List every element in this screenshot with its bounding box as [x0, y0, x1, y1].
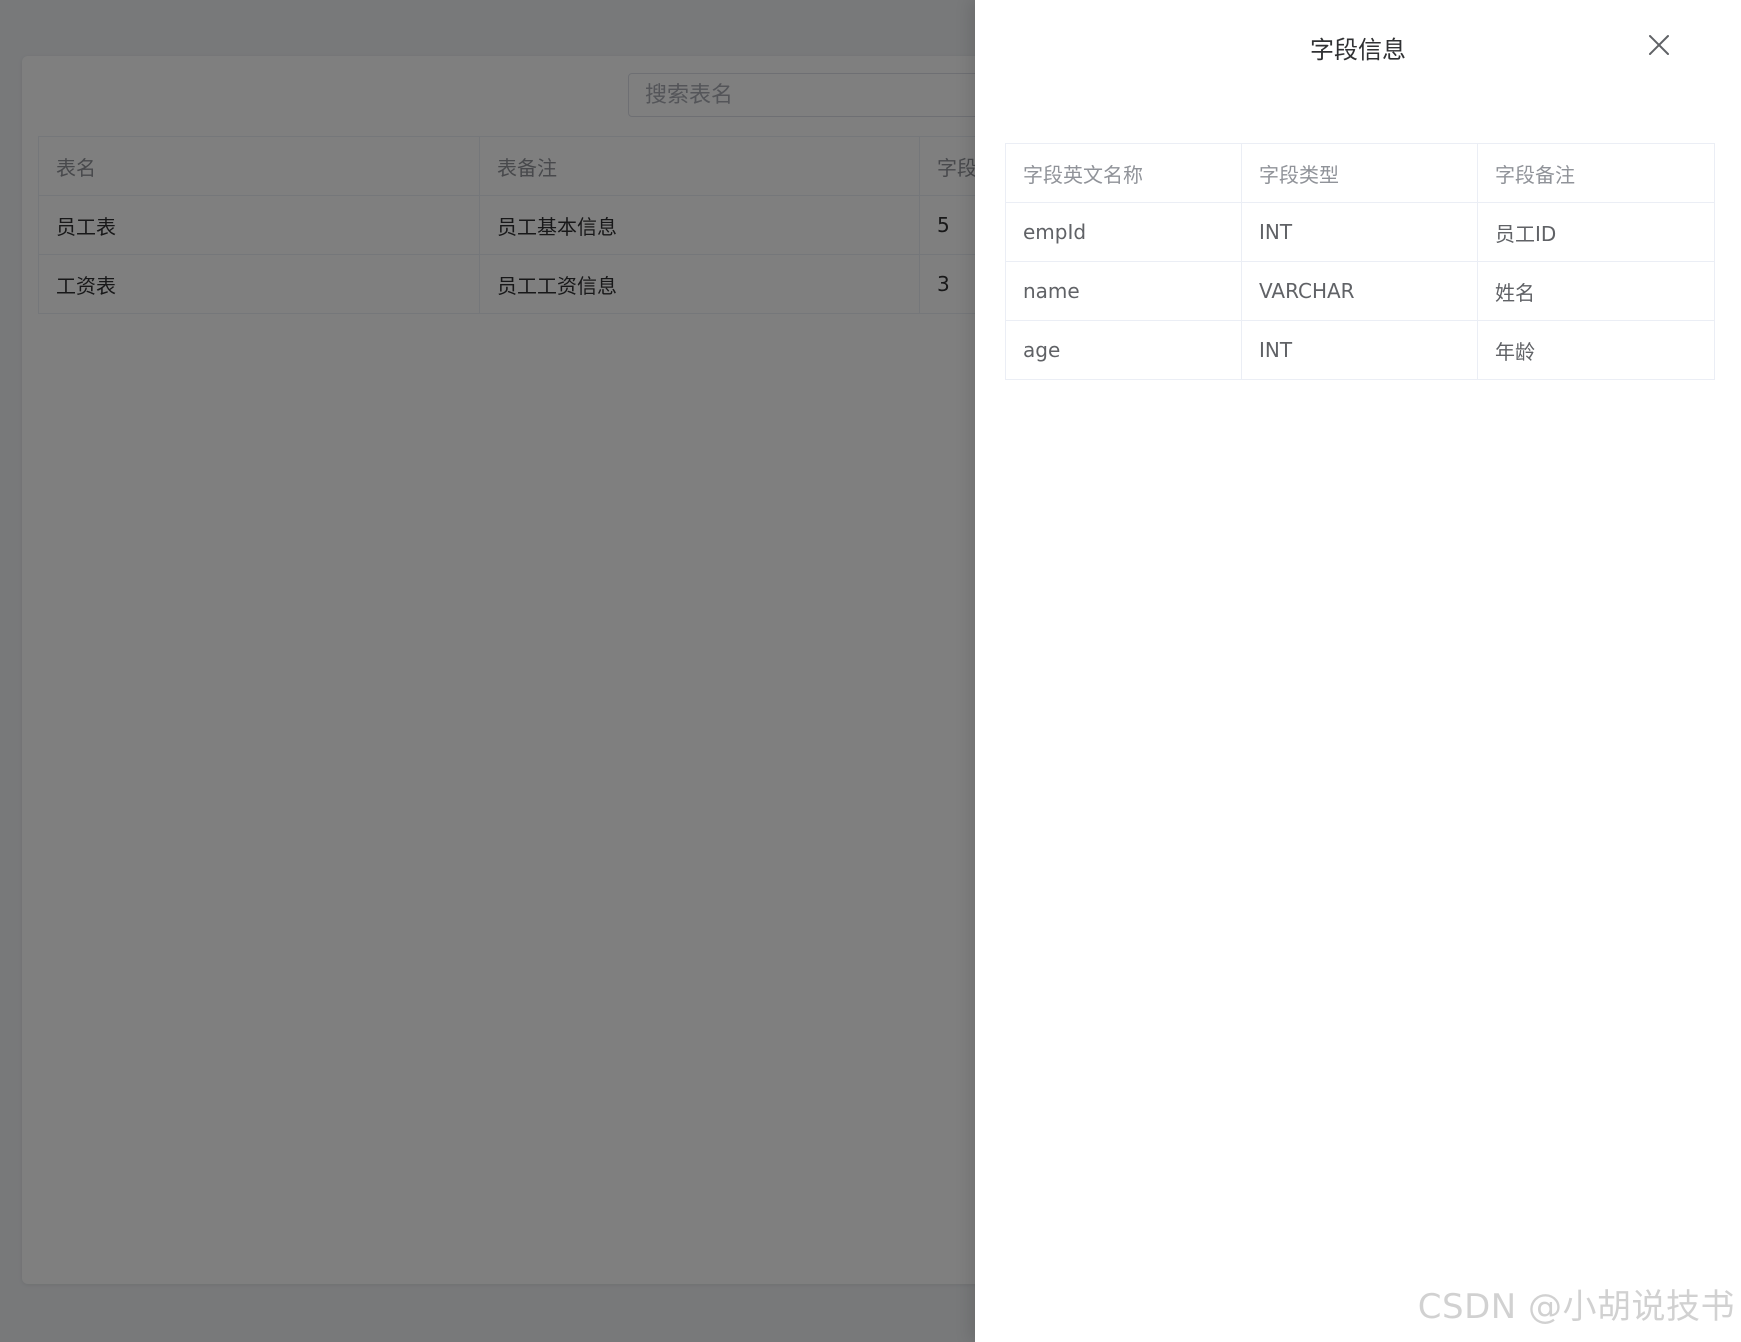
column-header-field-comment: 字段备注	[1477, 143, 1715, 203]
field-cell-name: empId	[1005, 202, 1242, 262]
column-header-field-english-name: 字段英文名称	[1005, 143, 1242, 203]
field-cell-type: INT	[1241, 320, 1478, 380]
close-icon	[1649, 35, 1669, 55]
field-table: 字段英文名称 字段类型 字段备注 empId INT 员工ID name VAR…	[1005, 143, 1715, 380]
field-table-header-row: 字段英文名称 字段类型 字段备注	[1005, 143, 1715, 203]
field-info-drawer: 字段信息 字段英文名称 字段类型 字段备注 empId INT 员工ID nam…	[975, 0, 1741, 1342]
watermark-text: CSDN @小胡说技书	[1417, 1287, 1735, 1327]
field-cell-comment: 员工ID	[1477, 202, 1715, 262]
table-row: age INT 年龄	[1005, 320, 1715, 380]
field-cell-name: name	[1005, 261, 1242, 321]
field-cell-name: age	[1005, 320, 1242, 380]
table-row: name VARCHAR 姓名	[1005, 261, 1715, 321]
field-cell-type: VARCHAR	[1241, 261, 1478, 321]
table-row: empId INT 员工ID	[1005, 202, 1715, 262]
field-cell-type: INT	[1241, 202, 1478, 262]
field-cell-comment: 姓名	[1477, 261, 1715, 321]
column-header-field-type: 字段类型	[1241, 143, 1478, 203]
field-cell-comment: 年龄	[1477, 320, 1715, 380]
app-viewport: 表名 表备注 字段 员工表 员工基本信息 5 工资表 员工工资信息 3 字段信息	[0, 0, 1741, 1342]
close-button[interactable]	[1644, 30, 1674, 60]
drawer-title: 字段信息	[1310, 36, 1406, 64]
